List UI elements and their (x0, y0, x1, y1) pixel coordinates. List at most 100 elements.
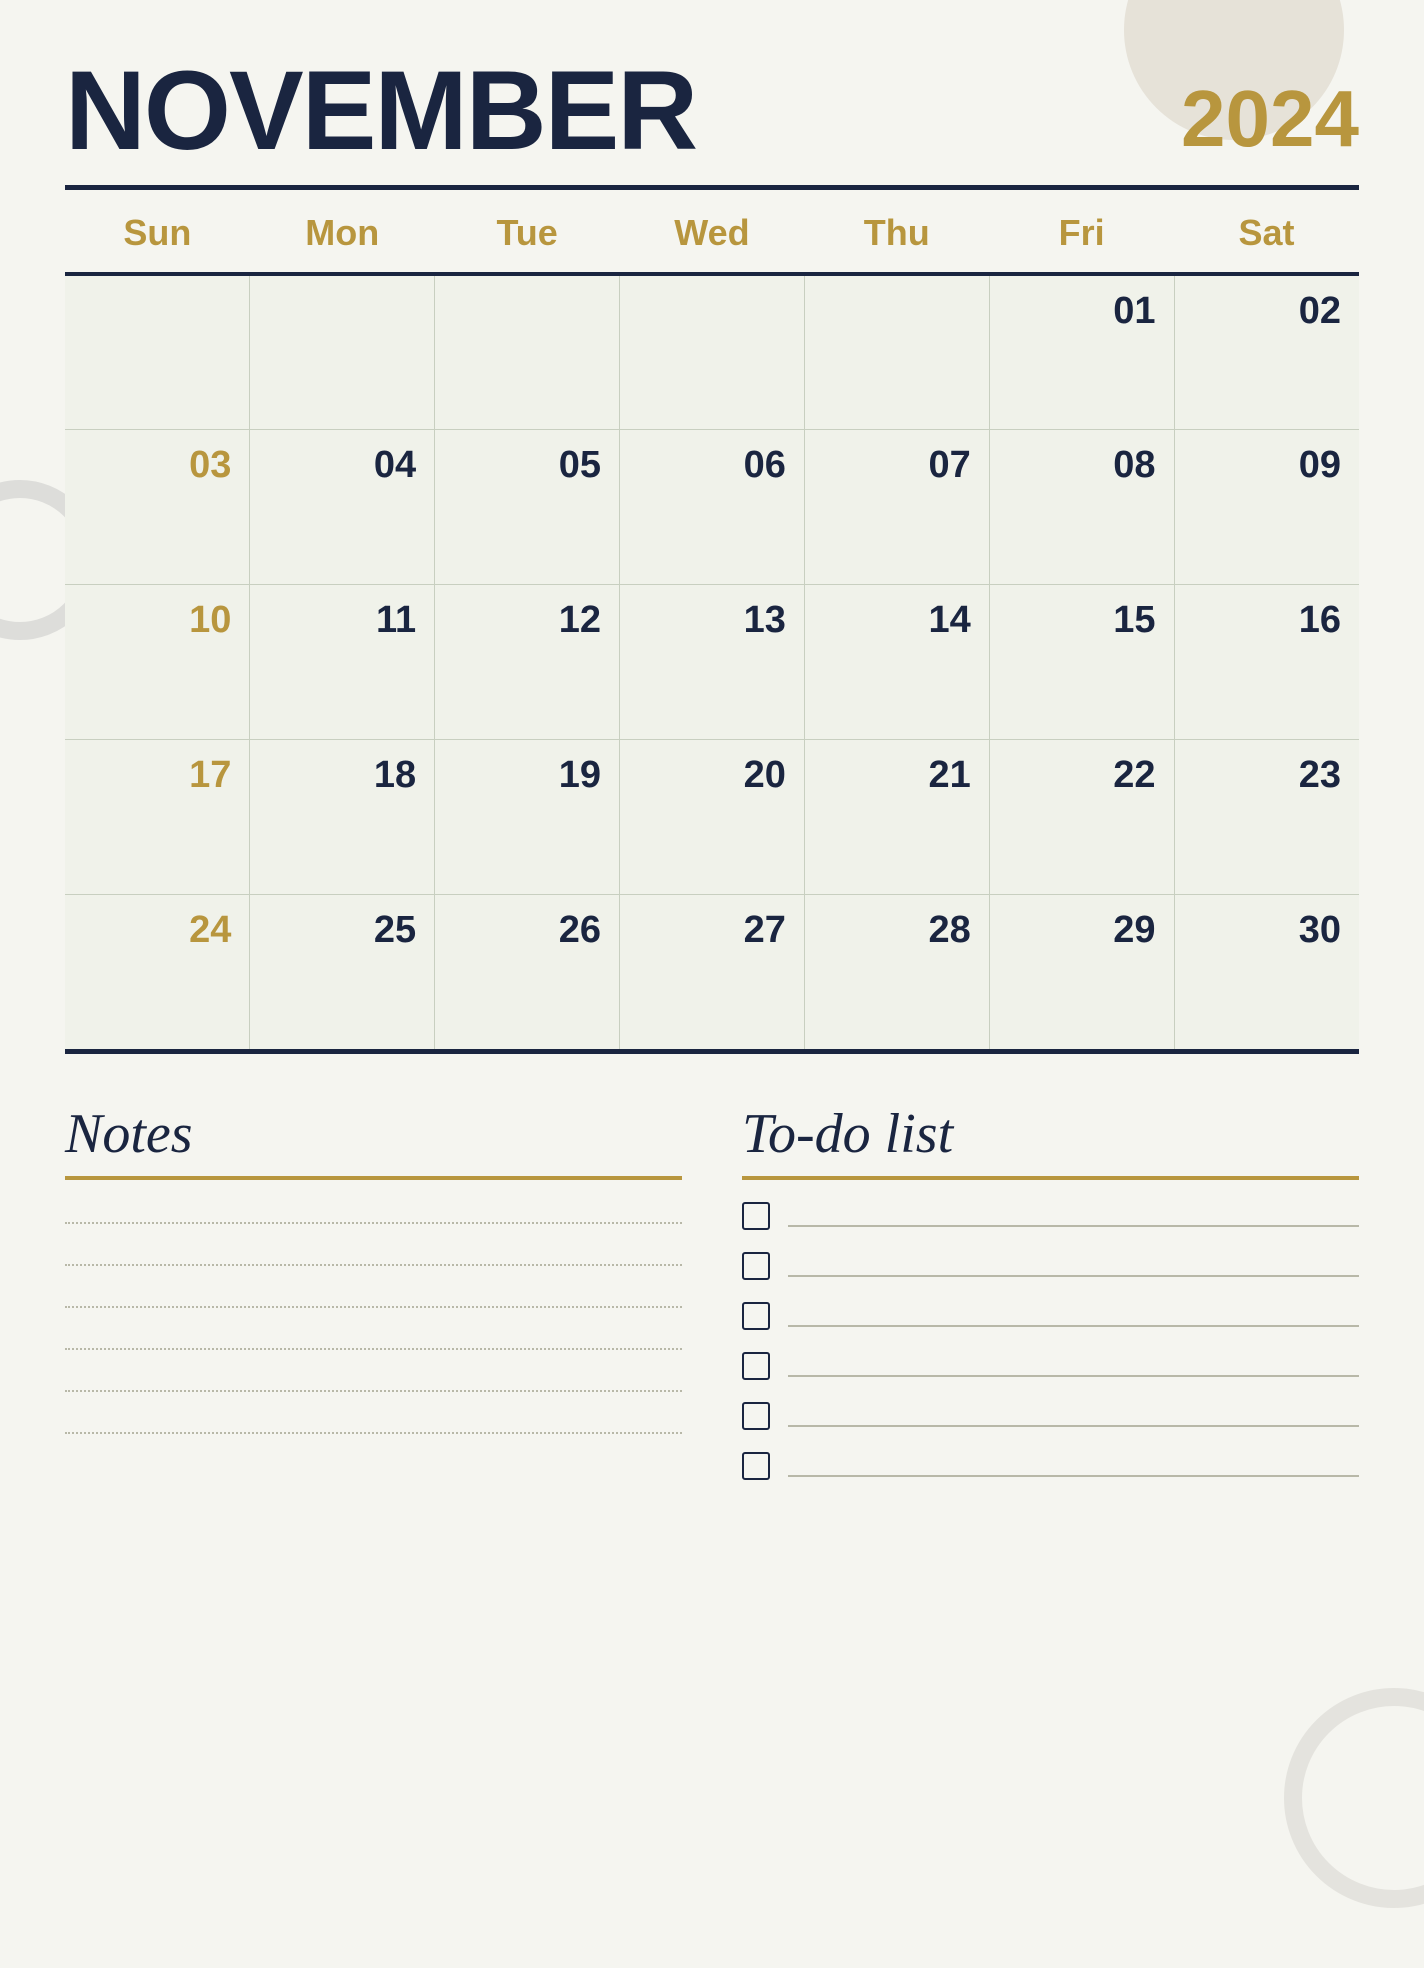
day-header-tue: Tue (435, 190, 620, 274)
calendar-week-4: 17181920212223 (65, 739, 1359, 894)
todo-line (788, 1305, 1359, 1327)
bottom-section: Notes To-do list (65, 1102, 1359, 1502)
day-number: 15 (1008, 599, 1156, 642)
calendar-cell: 16 (1174, 584, 1359, 739)
calendar-cell: 26 (435, 894, 620, 1049)
calendar-week-2: 03 04 05 06 07 08 09 (65, 429, 1359, 584)
day-number: 05 (453, 444, 601, 487)
month-title: NOVEMBER (65, 55, 696, 167)
calendar-cell: 05 (435, 429, 620, 584)
notes-line (65, 1202, 682, 1224)
day-number: 23 (1193, 754, 1341, 797)
day-number: 07 (823, 444, 971, 487)
todo-item (742, 1402, 1359, 1430)
day-number: 20 (638, 754, 786, 797)
page-wrapper: NOVEMBER 2024 SunMonTueWedThuFriSat 0102… (0, 0, 1424, 1552)
notes-line (65, 1370, 682, 1392)
day-number: 09 (1193, 444, 1341, 487)
notes-lines (65, 1202, 682, 1434)
header: NOVEMBER 2024 (65, 55, 1359, 167)
calendar-cell (250, 274, 435, 429)
day-header-mon: Mon (250, 190, 435, 274)
day-header-sun: Sun (65, 190, 250, 274)
bottom-border (65, 1049, 1359, 1054)
todo-item (742, 1352, 1359, 1380)
day-number: 04 (268, 444, 416, 487)
day-number: 30 (1193, 909, 1341, 952)
notes-underline (65, 1176, 682, 1180)
calendar-cell: 30 (1174, 894, 1359, 1049)
day-header-thu: Thu (804, 190, 989, 274)
days-header-row: SunMonTueWedThuFriSat (65, 190, 1359, 274)
calendar-cell: 02 (1174, 274, 1359, 429)
day-header-wed: Wed (620, 190, 805, 274)
year-title: 2024 (1181, 79, 1359, 167)
calendar-cell: 09 (1174, 429, 1359, 584)
day-number: 19 (453, 754, 601, 797)
notes-section: Notes (65, 1102, 682, 1502)
day-number: 14 (823, 599, 971, 642)
todo-line (788, 1355, 1359, 1377)
todo-line (788, 1205, 1359, 1227)
calendar-cell: 29 (989, 894, 1174, 1049)
calendar-cell: 12 (435, 584, 620, 739)
calendar-cell: 20 (620, 739, 805, 894)
calendar-cell: 04 (250, 429, 435, 584)
day-number: 02 (1193, 290, 1341, 333)
day-number: 12 (453, 599, 601, 642)
calendar-cell: 17 (65, 739, 250, 894)
calendar-cell (65, 274, 250, 429)
day-number: 03 (83, 444, 231, 487)
day-number: 24 (83, 909, 231, 952)
notes-line (65, 1286, 682, 1308)
calendar-week-1: 01 02 (65, 274, 1359, 429)
calendar-cell: 28 (804, 894, 989, 1049)
day-number: 16 (1193, 599, 1341, 642)
calendar-week-5: 24 25 26 27 28 29 30 (65, 894, 1359, 1049)
calendar-week-3: 10 11 12 13 14 15 16 (65, 584, 1359, 739)
todo-underline (742, 1176, 1359, 1180)
calendar-cell: 24 (65, 894, 250, 1049)
todo-checkbox[interactable] (742, 1452, 770, 1480)
calendar-cell: 14 (804, 584, 989, 739)
day-number: 25 (268, 909, 416, 952)
day-number: 08 (1008, 444, 1156, 487)
calendar-cell (435, 274, 620, 429)
todo-checkbox[interactable] (742, 1202, 770, 1230)
todo-checkbox[interactable] (742, 1352, 770, 1380)
todo-checkbox[interactable] (742, 1252, 770, 1280)
calendar-grid: SunMonTueWedThuFriSat 01 02 03 04 05 06 07 08 09… (65, 185, 1359, 1049)
todo-line (788, 1405, 1359, 1427)
todo-item (742, 1302, 1359, 1330)
calendar-cell: 08 (989, 429, 1174, 584)
todo-checkbox[interactable] (742, 1402, 770, 1430)
notes-line (65, 1328, 682, 1350)
todo-item (742, 1202, 1359, 1230)
notes-line (65, 1412, 682, 1434)
todo-section: To-do list (742, 1102, 1359, 1502)
calendar-cell: 01 (989, 274, 1174, 429)
day-number: 27 (638, 909, 786, 952)
todo-checkbox[interactable] (742, 1302, 770, 1330)
todo-line (788, 1255, 1359, 1277)
notes-heading: Notes (65, 1102, 682, 1166)
calendar-table: SunMonTueWedThuFriSat 01 02 03 04 05 06 07 08 09… (65, 190, 1359, 1049)
calendar-cell: 06 (620, 429, 805, 584)
day-number: 29 (1008, 909, 1156, 952)
calendar-cell: 07 (804, 429, 989, 584)
calendar-cell: 25 (250, 894, 435, 1049)
calendar-cell (620, 274, 805, 429)
calendar-cell: 11 (250, 584, 435, 739)
calendar-cell: 21 (804, 739, 989, 894)
calendar-cell (804, 274, 989, 429)
day-header-sat: Sat (1174, 190, 1359, 274)
day-number: 13 (638, 599, 786, 642)
notes-line (65, 1244, 682, 1266)
calendar-cell: 19 (435, 739, 620, 894)
calendar-cell: 23 (1174, 739, 1359, 894)
day-number: 01 (1008, 290, 1156, 333)
calendar-cell: 10 (65, 584, 250, 739)
day-number: 11 (268, 599, 416, 642)
day-header-fri: Fri (989, 190, 1174, 274)
day-number: 28 (823, 909, 971, 952)
